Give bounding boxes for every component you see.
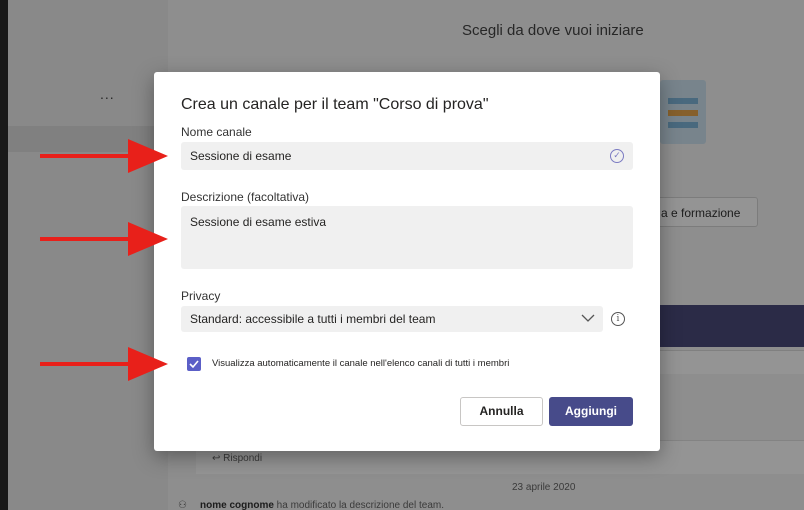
add-button[interactable]: Aggiungi xyxy=(549,397,633,426)
check-circle-icon: ✓ xyxy=(610,149,624,163)
description-label: Descrizione (facoltativa) xyxy=(181,190,310,204)
privacy-value: Standard: accessibile a tutti i membri d… xyxy=(190,312,436,326)
channel-name-value: Sessione di esame xyxy=(190,149,292,163)
info-icon[interactable]: i xyxy=(611,312,625,326)
auto-show-label: Visualizza automaticamente il canale nel… xyxy=(212,358,510,369)
description-value: Sessione di esame estiva xyxy=(190,215,327,229)
auto-show-checkbox[interactable] xyxy=(187,357,201,371)
checkmark-icon xyxy=(189,360,199,369)
create-channel-dialog: Crea un canale per il team "Corso di pro… xyxy=(154,72,660,451)
red-arrow-icon xyxy=(40,139,168,173)
red-arrow-icon xyxy=(40,222,168,256)
privacy-select[interactable]: Standard: accessibile a tutti i membri d… xyxy=(181,306,603,332)
dialog-title: Crea un canale per il team "Corso di pro… xyxy=(181,96,489,113)
channel-name-label: Nome canale xyxy=(181,125,252,139)
channel-name-input[interactable]: Sessione di esame ✓ xyxy=(181,142,633,170)
chevron-down-icon xyxy=(581,310,595,326)
privacy-label: Privacy xyxy=(181,289,221,303)
red-arrow-icon xyxy=(40,347,168,381)
description-textarea[interactable]: Sessione di esame estiva xyxy=(181,206,633,269)
cancel-button[interactable]: Annulla xyxy=(460,397,543,426)
